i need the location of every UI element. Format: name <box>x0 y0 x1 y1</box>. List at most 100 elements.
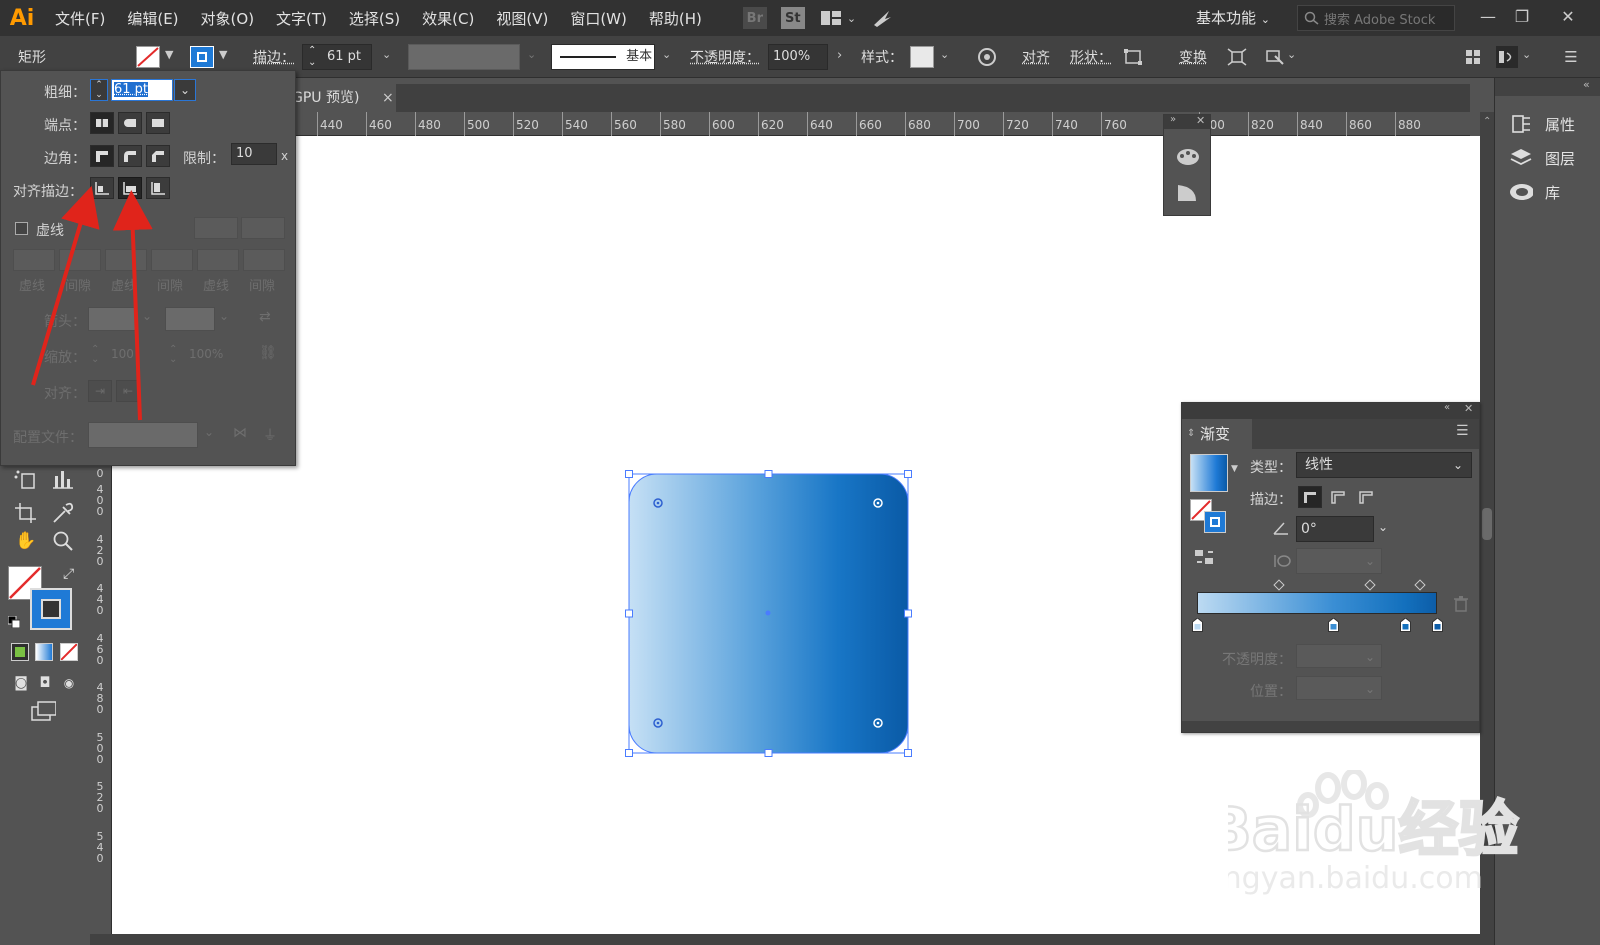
swap-fill-stroke-icon[interactable]: ⤢ <box>63 566 74 582</box>
vertical-ruler[interactable]: 0 4 0 0 4 2 0 4 4 0 4 6 0 4 8 0 5 0 0 5 2 0 5 4 … <box>90 466 112 945</box>
apply-gradient-across-stroke-button[interactable] <box>1354 486 1378 508</box>
opacity-label[interactable]: 不透明度： <box>690 47 760 67</box>
weight-stepper[interactable]: ⌃ ⌄ <box>90 79 108 101</box>
gradient-midpoint-marker[interactable] <box>1364 579 1376 591</box>
gradient-slider[interactable] <box>1197 592 1437 614</box>
stroke-weight-field[interactable]: ⌃ ⌄ 61 pt <box>302 44 372 70</box>
stroke-weight-field[interactable]: 61 pt <box>111 79 173 101</box>
menu-effect[interactable]: 效果(C) <box>411 8 485 29</box>
miter-limit-field[interactable]: 10 <box>231 143 277 165</box>
opacity-field[interactable]: 100% <box>768 44 828 70</box>
panel-menu-icon[interactable]: ☰ <box>1456 423 1469 439</box>
chevron-right-icon[interactable]: › <box>837 48 842 63</box>
brush-definition-select[interactable]: 基本 <box>551 44 655 70</box>
chevron-down-icon[interactable]: ▼ <box>1231 464 1238 474</box>
fill-stroke-swatches[interactable] <box>8 566 72 630</box>
draw-behind-icon[interactable]: ◘ <box>32 670 58 696</box>
scrollbar-thumb[interactable] <box>1482 508 1492 540</box>
stroke-swatch[interactable] <box>190 46 214 68</box>
projecting-cap-button[interactable] <box>146 112 170 134</box>
workspace-switcher[interactable]: 基本功能 ⌄ <box>1196 7 1270 28</box>
chevron-down-icon[interactable]: ⌄ <box>174 79 196 101</box>
expand-panels-icon[interactable]: » <box>1170 114 1176 125</box>
gradient-stop[interactable] <box>1328 617 1340 632</box>
collapse-dock-icon[interactable]: « <box>1583 78 1590 91</box>
chevron-down-icon[interactable]: ⌄ <box>940 48 949 61</box>
round-join-button[interactable] <box>118 145 142 167</box>
angle-field[interactable]: 0° <box>1296 516 1374 542</box>
stroke-label[interactable]: 描边： <box>253 47 295 67</box>
reverse-gradient-icon[interactable] <box>1194 548 1216 570</box>
tab-gradient[interactable]: ⇕ 渐变 <box>1182 419 1252 449</box>
variable-width-profile[interactable] <box>408 44 520 70</box>
butt-cap-button[interactable] <box>90 112 114 134</box>
arrange-documents-icon[interactable] <box>819 7 843 29</box>
restore-button[interactable]: ❐ <box>1507 3 1537 31</box>
round-cap-button[interactable] <box>118 112 142 134</box>
draw-inside-icon[interactable]: ◉ <box>56 670 82 696</box>
grid-view-icon[interactable] <box>1462 46 1484 68</box>
minimize-button[interactable]: — <box>1473 3 1503 31</box>
gradient-stop[interactable] <box>1431 617 1443 632</box>
gradient-mode-icon[interactable] <box>35 643 53 661</box>
close-tab-button[interactable]: × <box>382 84 394 112</box>
screen-mode-icon[interactable] <box>30 698 56 724</box>
collapse-panel-icon[interactable]: « <box>1444 402 1450 413</box>
fill-swatch[interactable] <box>136 46 160 68</box>
menu-view[interactable]: 视图(V) <box>485 8 559 29</box>
shape-properties-icon[interactable] <box>1122 46 1144 68</box>
eyedropper-icon[interactable] <box>50 500 76 526</box>
chevron-down-icon[interactable]: ▼ <box>165 48 173 61</box>
chevron-down-icon[interactable]: ⌄ <box>1287 48 1296 61</box>
zoom-tool-icon[interactable] <box>50 528 76 554</box>
stepper-icon[interactable]: ⌃ ⌄ <box>308 45 316 69</box>
isolate-object-icon[interactable] <box>1226 46 1248 68</box>
scroll-up-icon[interactable]: ⌃ <box>1483 116 1491 127</box>
bevel-join-button[interactable] <box>146 145 170 167</box>
align-label[interactable]: 对齐 <box>1022 47 1050 67</box>
chevron-down-icon[interactable]: ⌄ <box>1522 48 1531 61</box>
arrange-panels-icon[interactable] <box>1496 46 1518 68</box>
chevron-down-icon[interactable]: ⌄ <box>1378 520 1388 534</box>
gpu-performance-icon[interactable] <box>870 7 894 29</box>
dock-item-layers[interactable]: 图层 <box>1509 146 1575 170</box>
apply-gradient-along-stroke-button[interactable] <box>1326 486 1350 508</box>
gradient-midpoint-marker[interactable] <box>1414 579 1426 591</box>
default-fill-stroke-icon[interactable] <box>7 615 21 629</box>
menu-help[interactable]: 帮助(H) <box>638 8 713 29</box>
close-icon[interactable]: ✕ <box>1196 114 1205 127</box>
panel-menu-icon[interactable]: ☰ <box>1560 46 1582 68</box>
horizontal-ruler[interactable]: 440 460 480 500 520 540 560 580 600 620 640 660 680 7… <box>290 112 1470 136</box>
apply-gradient-within-stroke-button[interactable] <box>1298 486 1322 508</box>
stroke-swatch[interactable] <box>1204 511 1226 533</box>
miter-join-button[interactable] <box>90 145 114 167</box>
align-stroke-inside-button[interactable] <box>118 177 142 199</box>
align-stroke-center-button[interactable] <box>90 177 114 199</box>
menu-object[interactable]: 对象(O) <box>190 8 266 29</box>
menu-select[interactable]: 选择(S) <box>338 8 411 29</box>
gradient-midpoint-marker[interactable] <box>1272 579 1285 591</box>
none-mode-icon[interactable] <box>60 643 78 661</box>
panel-resize-grip[interactable] <box>1182 721 1479 732</box>
transform-label[interactable]: 变换 <box>1179 47 1207 67</box>
stock-icon[interactable]: St <box>780 7 805 29</box>
color-mode-icon[interactable] <box>11 643 29 661</box>
stroke-swatch[interactable] <box>30 588 72 630</box>
chevron-down-icon[interactable]: ▼ <box>219 48 227 61</box>
close-icon[interactable]: ✕ <box>1464 402 1473 415</box>
graphic-style-swatch[interactable] <box>910 46 934 68</box>
recolor-artwork-icon[interactable] <box>976 46 998 68</box>
transparency-icon[interactable] <box>1176 183 1198 207</box>
close-window-button[interactable]: ✕ <box>1553 3 1583 31</box>
shape-label[interactable]: 形状： <box>1070 47 1112 67</box>
puppet-warp-icon[interactable] <box>1264 46 1286 68</box>
hand-tool-icon[interactable]: ✋ <box>13 528 39 554</box>
symbol-sprayer-icon[interactable] <box>13 466 39 492</box>
bridge-icon[interactable]: Br <box>742 7 767 29</box>
menu-window[interactable]: 窗口(W) <box>559 8 638 29</box>
menu-type[interactable]: 文字(T) <box>265 8 338 29</box>
gradient-stop[interactable] <box>1400 617 1412 632</box>
artboard-tool-icon[interactable] <box>13 500 39 526</box>
chevron-down-icon[interactable]: ⌄ <box>662 48 671 61</box>
draw-normal-icon[interactable]: ◙ <box>8 670 34 696</box>
